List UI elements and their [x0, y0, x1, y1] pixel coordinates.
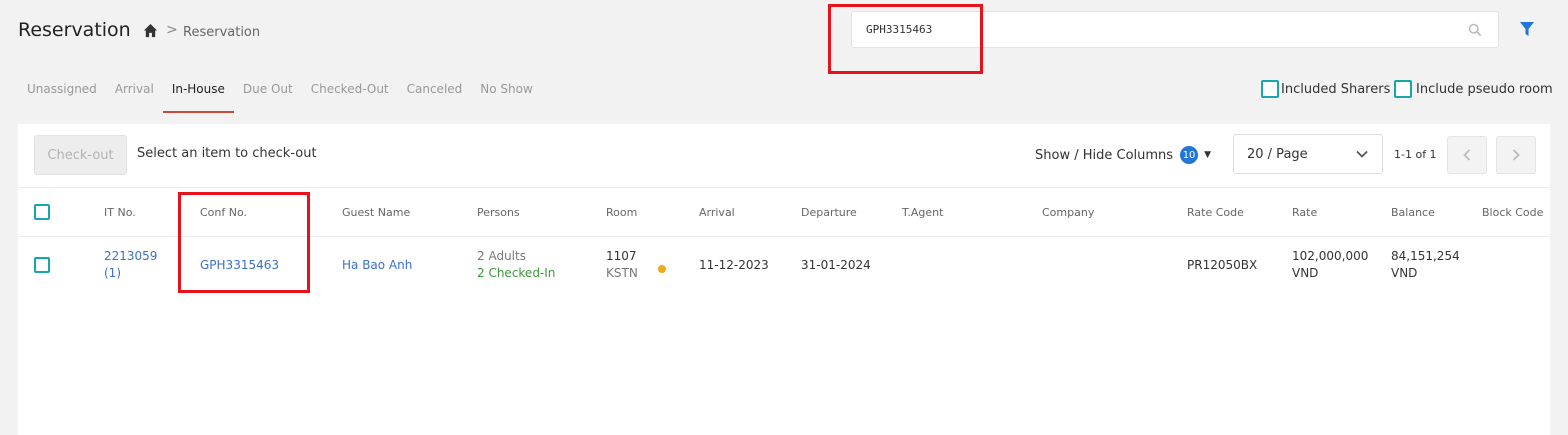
balance-cell: 84,151,254 VND	[1391, 248, 1460, 282]
column-header-rate-code[interactable]: Rate Code	[1187, 206, 1244, 219]
persons-status: 2 Checked-In	[477, 266, 556, 280]
include-pseudo-room-checkbox[interactable]	[1394, 80, 1412, 98]
included-sharers-label: Included Sharers	[1281, 81, 1391, 97]
select-all-checkbox[interactable]	[34, 204, 50, 220]
page-info: 1-1 of 1	[1394, 148, 1437, 161]
breadcrumb-current: Reservation	[183, 25, 261, 40]
column-header-t-agent[interactable]: T.Agent	[902, 206, 943, 219]
rate-code-value: PR12050BX	[1187, 258, 1258, 272]
chevron-down-icon	[1356, 150, 1368, 158]
balance-value: 84,151,254	[1391, 249, 1460, 263]
column-header-room[interactable]: Room	[606, 206, 637, 219]
search-icon[interactable]	[1468, 23, 1482, 37]
column-header-rate[interactable]: Rate	[1292, 206, 1317, 219]
included-sharers-option[interactable]: Included Sharers	[1261, 80, 1390, 98]
persons-value: 2 Adults	[477, 249, 526, 263]
include-pseudo-room-label: Include pseudo room	[1416, 81, 1553, 97]
column-header-departure[interactable]: Departure	[801, 206, 857, 219]
row-checkbox[interactable]	[34, 257, 50, 273]
column-header-persons[interactable]: Persons	[477, 206, 520, 219]
page-title: Reservation	[18, 19, 131, 41]
status-tabs: Unassigned Arrival In-House Due Out Chec…	[18, 74, 542, 113]
chevron-left-icon	[1463, 149, 1471, 161]
column-header-block-code[interactable]: Block Code	[1482, 206, 1543, 219]
search-highlight-box	[828, 4, 983, 74]
tab-no-show[interactable]: No Show	[471, 74, 542, 111]
chevron-right-icon	[1512, 149, 1520, 161]
balance-currency: VND	[1391, 266, 1418, 280]
next-page-button[interactable]	[1496, 136, 1536, 174]
rate-value: 102,000,000	[1292, 249, 1369, 263]
departure-date: 31-01-2024	[801, 258, 871, 272]
home-icon[interactable]	[143, 23, 158, 38]
caret-down-icon: ▼	[1204, 150, 1211, 160]
tab-arrival[interactable]: Arrival	[106, 74, 163, 111]
select-hint: Select an item to check-out	[137, 146, 317, 161]
persons-cell: 2 Adults 2 Checked-In	[477, 248, 555, 282]
prev-page-button[interactable]	[1447, 136, 1487, 174]
room-number: 1107	[606, 249, 637, 263]
checkout-button[interactable]: Check-out	[34, 135, 127, 175]
show-hide-columns-button[interactable]: Show / Hide Columns 10 ▼	[1035, 146, 1211, 164]
page-size-value: 20 / Page	[1247, 147, 1308, 162]
columns-count-badge: 10	[1180, 146, 1199, 164]
room-cell: 1107 KSTN	[606, 248, 638, 282]
tab-canceled[interactable]: Canceled	[398, 74, 472, 111]
it-no-sub: (1)	[104, 266, 121, 280]
column-header-company[interactable]: Company	[1042, 206, 1094, 219]
it-no-link[interactable]: 2213059 (1)	[104, 248, 157, 282]
guest-name-link[interactable]: Ha Bao Anh	[342, 258, 412, 272]
table-header-divider	[18, 187, 1550, 188]
column-header-arrival[interactable]: Arrival	[699, 206, 735, 219]
included-sharers-checkbox[interactable]	[1261, 80, 1279, 98]
page-size-select[interactable]: 20 / Page	[1233, 134, 1383, 174]
show-hide-columns-label: Show / Hide Columns	[1035, 147, 1174, 163]
arrival-date: 11-12-2023	[699, 258, 769, 272]
column-header-it-no[interactable]: IT No.	[104, 206, 136, 219]
tab-in-house[interactable]: In-House	[162, 74, 234, 113]
rate-cell: 102,000,000 VND	[1292, 248, 1368, 282]
rate-currency: VND	[1292, 266, 1319, 280]
tab-due-out[interactable]: Due Out	[234, 74, 302, 111]
conf-no-highlight-box	[178, 192, 310, 293]
breadcrumb-separator: >	[166, 22, 178, 38]
it-no-value: 2213059	[104, 249, 158, 263]
column-header-guest-name[interactable]: Guest Name	[342, 206, 410, 219]
tab-unassigned[interactable]: Unassigned	[18, 74, 106, 111]
filter-icon[interactable]	[1520, 22, 1534, 37]
column-header-balance[interactable]: Balance	[1391, 206, 1435, 219]
tab-checked-out[interactable]: Checked-Out	[302, 74, 398, 111]
include-pseudo-room-option[interactable]: Include pseudo room	[1394, 80, 1553, 98]
room-type: KSTN	[606, 266, 638, 280]
room-status-dot	[658, 265, 666, 273]
